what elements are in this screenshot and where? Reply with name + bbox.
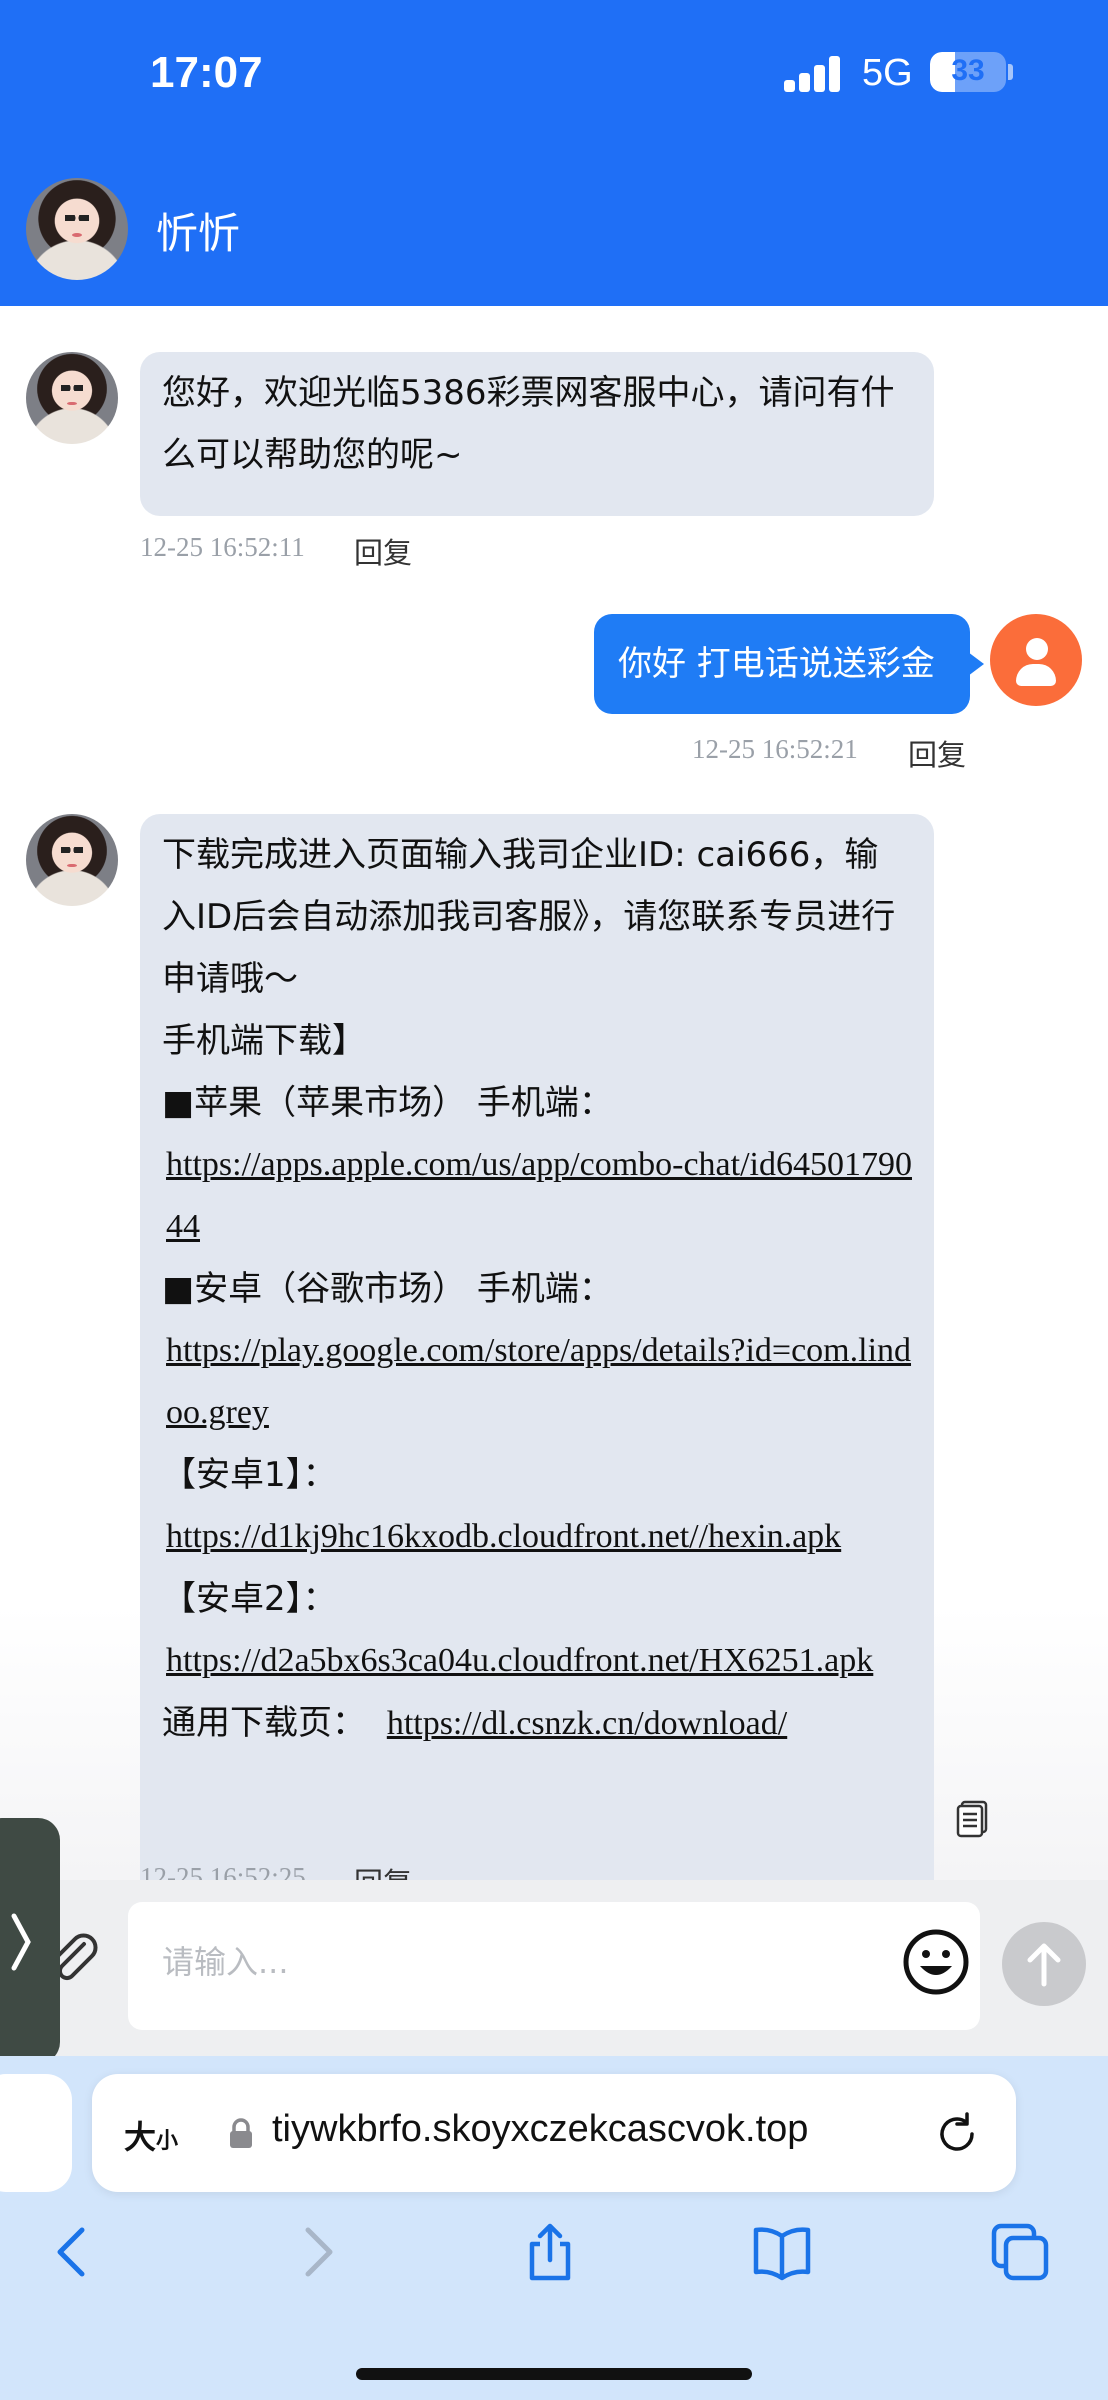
side-panel-tab[interactable] <box>0 1818 60 2064</box>
message-line: 【安卓2】： <box>162 1579 337 1619</box>
message-bubble-agent[interactable]: 您好，欢迎光临5386彩票网客服中心，请问有什么可以帮助您的呢~ <box>140 352 934 516</box>
send-button[interactable] <box>1002 1922 1086 2006</box>
message-input-field[interactable] <box>160 1942 864 1982</box>
message-timestamp: 12-25 16:52:21 <box>692 734 858 764</box>
reply-button[interactable]: 回复 <box>354 530 412 572</box>
message-intro: 下载完成进入页面输入我司企业ID: cai666，输入ID后会自动添加我司客服》… <box>162 835 896 999</box>
message-bubble-agent[interactable]: 下载完成进入页面输入我司企业ID: cai666，输入ID后会自动添加我司客服》… <box>140 814 934 1880</box>
chat-messages[interactable]: 您好，欢迎光临5386彩票网客服中心，请问有什么可以帮助您的呢~ 12-25 1… <box>0 306 1108 1880</box>
message-line: ■苹果（苹果市场） 手机端： <box>162 1083 613 1123</box>
download-link-google-play[interactable]: https://play.google.com/store/apps/detai… <box>162 1320 912 1444</box>
emoji-icon[interactable] <box>900 1926 972 1998</box>
download-link-android-2[interactable]: https://d2a5bx6s3ca04u.cloudfront.net/HX… <box>162 1630 912 1692</box>
send-icon <box>1027 1943 1061 1987</box>
share-icon[interactable] <box>520 2222 580 2282</box>
battery-icon: 33 <box>930 52 1006 92</box>
message-line: 【安卓1】： <box>162 1455 337 1495</box>
forward-icon[interactable] <box>286 2222 346 2282</box>
message-timestamp: 12-25 16:52:25 <box>140 1862 306 1880</box>
chevron-right-icon <box>11 1913 31 1971</box>
message-text: 您好，欢迎光临5386彩票网客服中心，请问有什么可以帮助您的呢~ <box>162 373 895 475</box>
message-line: 通用下载页： <box>162 1703 366 1743</box>
home-indicator <box>356 2368 752 2380</box>
status-time: 17:07 <box>150 48 263 97</box>
reload-icon[interactable] <box>934 2110 980 2156</box>
user-avatar <box>990 614 1082 706</box>
battery-level: 33 <box>951 54 985 87</box>
message-line: 手机端下载】 <box>162 1021 366 1061</box>
network-type: 5G <box>862 52 913 94</box>
download-link-android-1[interactable]: https://d1kj9hc16kxodb.cloudfront.net//h… <box>162 1506 912 1568</box>
agent-avatar <box>26 352 118 444</box>
tabs-icon[interactable] <box>990 2222 1050 2282</box>
general-download-row: 通用下载页： https://dl.csnzk.cn/download/ <box>162 1692 912 1755</box>
reply-button[interactable]: 回复 <box>354 1860 412 1880</box>
message-line: ■安卓（谷歌市场） 手机端： <box>162 1269 613 1309</box>
signal-icon <box>784 56 842 92</box>
url-text[interactable]: tiywkbrfo.skoyxczekcascvok.top <box>272 2108 808 2151</box>
message-timestamp: 12-25 16:52:11 <box>140 532 305 562</box>
download-link-general[interactable]: https://dl.csnzk.cn/download/ <box>387 1705 787 1742</box>
reply-button[interactable]: 回复 <box>908 732 966 774</box>
download-link-apple[interactable]: https://apps.apple.com/us/app/combo-chat… <box>162 1134 912 1258</box>
status-bar: 17:07 5G 33 <box>0 0 1108 150</box>
message-input[interactable] <box>128 1902 980 2030</box>
previous-tab-card[interactable] <box>0 2074 72 2192</box>
agent-avatar <box>26 814 118 906</box>
copy-icon[interactable] <box>956 1800 990 1838</box>
message-bubble-user[interactable]: 你好 打电话说送彩金 <box>594 614 984 714</box>
text-size-button[interactable]: 大小 <box>124 2112 178 2158</box>
back-icon[interactable] <box>44 2222 104 2282</box>
message-text: 你好 打电话说送彩金 <box>618 644 935 684</box>
lock-icon <box>230 2118 252 2148</box>
bookmarks-icon[interactable] <box>752 2222 812 2282</box>
contact-name: 忻忻 <box>156 209 241 258</box>
battery-tip <box>1008 64 1013 80</box>
contact-avatar[interactable] <box>26 178 128 280</box>
